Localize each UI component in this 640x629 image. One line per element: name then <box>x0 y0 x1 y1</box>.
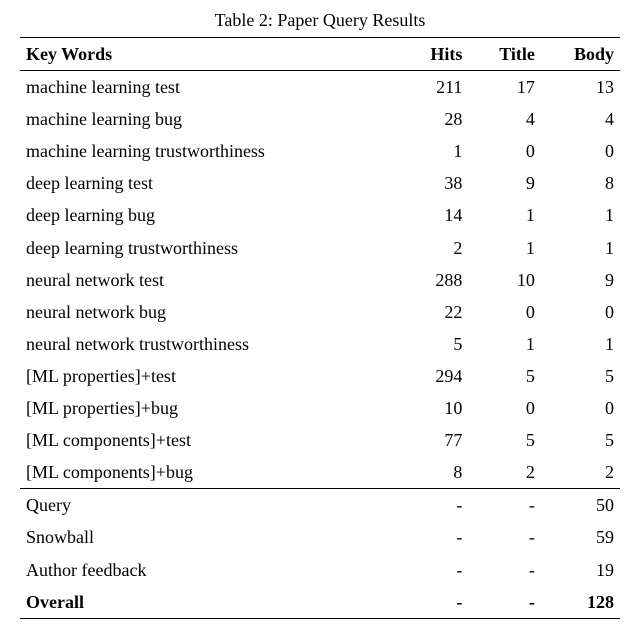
cell-keywords: neural network test <box>20 264 402 296</box>
cell-hits: 22 <box>402 296 469 328</box>
cell-body: 50 <box>541 489 620 522</box>
cell-body: 128 <box>541 586 620 619</box>
table-row: Query--50 <box>20 489 620 522</box>
table-caption: Table 2: Paper Query Results <box>20 10 620 31</box>
header-keywords: Key Words <box>20 38 402 71</box>
cell-hits: 5 <box>402 328 469 360</box>
cell-title: - <box>468 489 540 522</box>
table-row: neural network test288109 <box>20 264 620 296</box>
table-row: [ML properties]+test29455 <box>20 360 620 392</box>
cell-body: 4 <box>541 103 620 135</box>
table-row: deep learning bug1411 <box>20 199 620 231</box>
cell-keywords: machine learning test <box>20 71 402 104</box>
cell-hits: - <box>402 554 469 586</box>
cell-title: 4 <box>468 103 540 135</box>
cell-body: 1 <box>541 199 620 231</box>
cell-keywords: neural network bug <box>20 296 402 328</box>
summary-rows: Query--50 Snowball--59 Author feedback--… <box>20 489 620 618</box>
cell-title: - <box>468 521 540 553</box>
cell-title: 0 <box>468 135 540 167</box>
cell-hits: 38 <box>402 167 469 199</box>
cell-keywords: [ML components]+bug <box>20 456 402 489</box>
cell-keywords: Author feedback <box>20 554 402 586</box>
cell-keywords: [ML properties]+bug <box>20 392 402 424</box>
cell-keywords: [ML components]+test <box>20 424 402 456</box>
header-row: Key Words Hits Title Body <box>20 38 620 71</box>
cell-title: 2 <box>468 456 540 489</box>
header-body: Body <box>541 38 620 71</box>
table-row: machine learning trustworthiness100 <box>20 135 620 167</box>
table-row: deep learning trustworthiness211 <box>20 232 620 264</box>
cell-body: 5 <box>541 360 620 392</box>
cell-hits: - <box>402 489 469 522</box>
table-row: deep learning test3898 <box>20 167 620 199</box>
table-row: neural network trustworthiness511 <box>20 328 620 360</box>
cell-title: 10 <box>468 264 540 296</box>
cell-hits: 14 <box>402 199 469 231</box>
cell-title: 17 <box>468 71 540 104</box>
cell-hits: 288 <box>402 264 469 296</box>
table-row: machine learning test2111713 <box>20 71 620 104</box>
cell-title: 1 <box>468 232 540 264</box>
table-row: neural network bug2200 <box>20 296 620 328</box>
cell-hits: 8 <box>402 456 469 489</box>
cell-body: 1 <box>541 232 620 264</box>
cell-body: 2 <box>541 456 620 489</box>
cell-body: 8 <box>541 167 620 199</box>
cell-keywords: machine learning bug <box>20 103 402 135</box>
cell-body: 59 <box>541 521 620 553</box>
cell-title: 1 <box>468 328 540 360</box>
cell-hits: - <box>402 521 469 553</box>
cell-body: 9 <box>541 264 620 296</box>
cell-keywords: Snowball <box>20 521 402 553</box>
table-row: machine learning bug2844 <box>20 103 620 135</box>
cell-title: 1 <box>468 199 540 231</box>
cell-body: 0 <box>541 392 620 424</box>
cell-keywords: Overall <box>20 586 402 619</box>
cell-body: 19 <box>541 554 620 586</box>
cell-title: 0 <box>468 296 540 328</box>
cell-hits: 77 <box>402 424 469 456</box>
cell-keywords: Query <box>20 489 402 522</box>
cell-keywords: deep learning bug <box>20 199 402 231</box>
cell-body: 0 <box>541 296 620 328</box>
cell-hits: 1 <box>402 135 469 167</box>
table-row: [ML properties]+bug1000 <box>20 392 620 424</box>
table-row: Snowball--59 <box>20 521 620 553</box>
cell-keywords: deep learning trustworthiness <box>20 232 402 264</box>
cell-keywords: [ML properties]+test <box>20 360 402 392</box>
cell-title: - <box>468 586 540 619</box>
results-table: Key Words Hits Title Body machine learni… <box>20 37 620 619</box>
header-title: Title <box>468 38 540 71</box>
main-rows: machine learning test2111713 machine lea… <box>20 71 620 489</box>
cell-body: 13 <box>541 71 620 104</box>
cell-title: 5 <box>468 360 540 392</box>
cell-title: 9 <box>468 167 540 199</box>
cell-hits: 294 <box>402 360 469 392</box>
cell-hits: 10 <box>402 392 469 424</box>
table-row: [ML components]+test7755 <box>20 424 620 456</box>
cell-hits: 2 <box>402 232 469 264</box>
cell-hits: - <box>402 586 469 619</box>
cell-keywords: machine learning trustworthiness <box>20 135 402 167</box>
cell-title: 5 <box>468 424 540 456</box>
table-row: [ML components]+bug822 <box>20 456 620 489</box>
cell-body: 0 <box>541 135 620 167</box>
cell-hits: 211 <box>402 71 469 104</box>
table-row: Author feedback--19 <box>20 554 620 586</box>
cell-keywords: deep learning test <box>20 167 402 199</box>
cell-title: - <box>468 554 540 586</box>
cell-body: 5 <box>541 424 620 456</box>
header-hits: Hits <box>402 38 469 71</box>
cell-keywords: neural network trustworthiness <box>20 328 402 360</box>
cell-title: 0 <box>468 392 540 424</box>
cell-body: 1 <box>541 328 620 360</box>
overall-row: Overall--128 <box>20 586 620 619</box>
cell-hits: 28 <box>402 103 469 135</box>
